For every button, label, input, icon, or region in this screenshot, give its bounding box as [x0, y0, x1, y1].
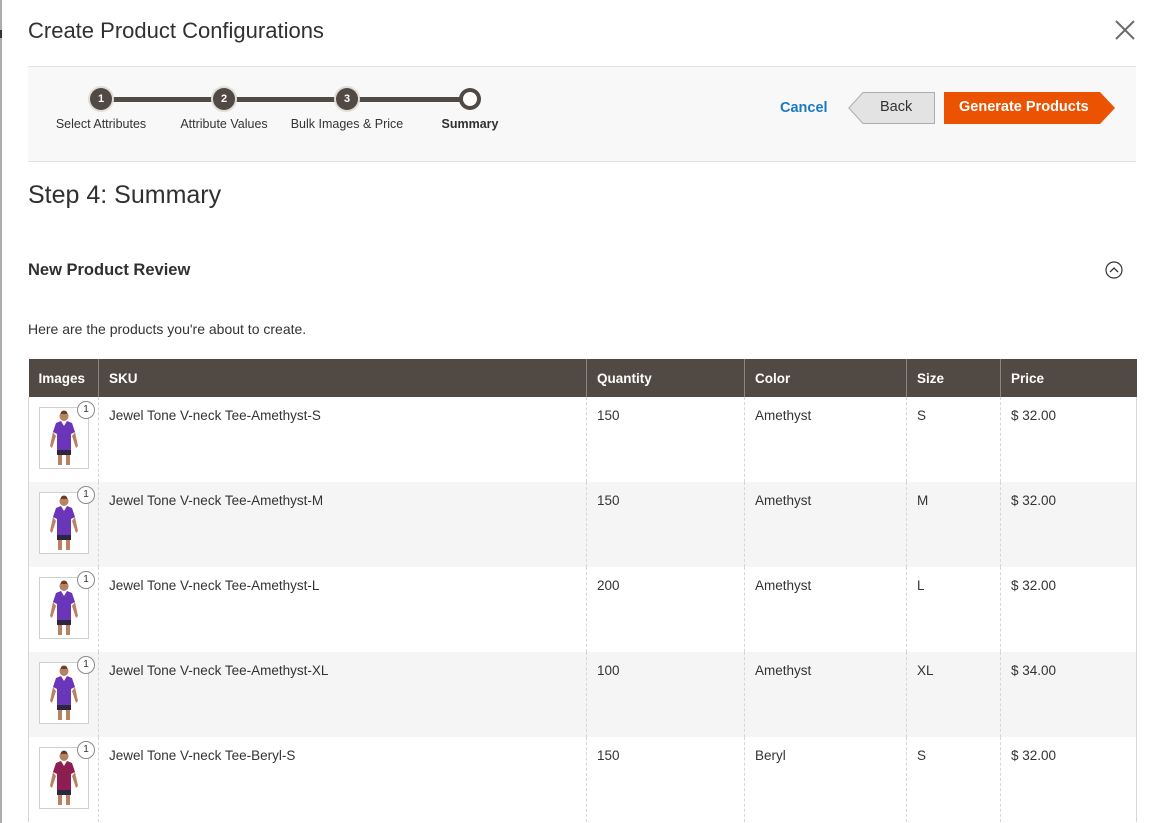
image-count-badge: 1: [77, 571, 95, 589]
back-button[interactable]: Back: [848, 92, 938, 124]
price-cell: $ 32.00: [1000, 482, 1137, 567]
window-edge: [0, 0, 2, 823]
column-header-quantity: Quantity: [586, 359, 745, 397]
price-cell: $ 32.00: [1000, 567, 1137, 652]
sku-cell: Jewel Tone V-neck Tee-Amethyst-M: [98, 482, 587, 567]
table-row: 1 Jewel Tone V-neck Tee-Amethyst-L 200 A…: [28, 567, 1137, 652]
back-button-label: Back: [880, 99, 913, 115]
size-cell: S: [906, 397, 1001, 482]
quantity-cell: 150: [586, 397, 745, 482]
color-cell: Amethyst: [744, 652, 907, 737]
size-cell: M: [906, 482, 1001, 567]
size-cell: L: [906, 567, 1001, 652]
section-title[interactable]: New Product Review: [28, 261, 190, 280]
product-review-table: Images SKU Quantity Color Size Price 1 J…: [28, 359, 1137, 822]
product-thumbnail[interactable]: 1: [39, 486, 95, 554]
sku-cell: Jewel Tone V-neck Tee-Amethyst-XL: [98, 652, 587, 737]
step-3-marker[interactable]: 3: [336, 88, 358, 110]
wizard-progress-line: [101, 97, 471, 102]
quantity-cell: 200: [586, 567, 745, 652]
price-cell: $ 34.00: [1000, 652, 1137, 737]
close-icon[interactable]: [1112, 17, 1138, 43]
product-thumbnail[interactable]: 1: [39, 741, 95, 809]
column-header-images: Images: [28, 359, 99, 397]
image-cell: 1: [28, 652, 99, 737]
image-cell: 1: [28, 482, 99, 567]
size-cell: S: [906, 737, 1001, 822]
step-2-marker[interactable]: 2: [213, 88, 235, 110]
color-cell: Beryl: [744, 737, 907, 822]
generate-products-button[interactable]: Generate Products: [944, 92, 1116, 124]
quantity-cell: 150: [586, 737, 745, 822]
table-row: 1 Jewel Tone V-neck Tee-Amethyst-S 150 A…: [28, 397, 1137, 482]
table-row: 1 Jewel Tone V-neck Tee-Amethyst-M 150 A…: [28, 482, 1137, 567]
image-count-badge: 1: [77, 656, 95, 674]
size-cell: XL: [906, 652, 1001, 737]
step-4-label: Summary: [441, 117, 499, 131]
step-heading: Step 4: Summary: [28, 181, 222, 209]
price-cell: $ 32.00: [1000, 737, 1137, 822]
step-4-marker-current: [463, 92, 477, 106]
sku-cell: Jewel Tone V-neck Tee-Beryl-S: [98, 737, 587, 822]
color-cell: Amethyst: [744, 397, 907, 482]
product-thumbnail[interactable]: 1: [39, 571, 95, 639]
window-edge-mark: [0, 30, 2, 38]
table-header-row: Images SKU Quantity Color Size Price: [28, 359, 1137, 397]
image-count-badge: 1: [77, 486, 95, 504]
product-thumbnail[interactable]: 1: [39, 401, 95, 469]
column-header-color: Color: [744, 359, 907, 397]
sku-cell: Jewel Tone V-neck Tee-Amethyst-L: [98, 567, 587, 652]
color-cell: Amethyst: [744, 482, 907, 567]
step-3-label[interactable]: Bulk Images & Price: [282, 117, 412, 131]
modal-title: Create Product Configurations: [28, 18, 324, 43]
image-cell: 1: [28, 397, 99, 482]
column-header-sku: SKU: [98, 359, 587, 397]
sku-cell: Jewel Tone V-neck Tee-Amethyst-S: [98, 397, 587, 482]
cancel-link[interactable]: Cancel: [780, 100, 828, 116]
price-cell: $ 32.00: [1000, 397, 1137, 482]
step-1-label[interactable]: Select Attributes: [36, 117, 166, 131]
chevron-up-icon[interactable]: [1104, 260, 1124, 280]
intro-text: Here are the products you're about to cr…: [28, 321, 307, 337]
quantity-cell: 150: [586, 482, 745, 567]
quantity-cell: 100: [586, 652, 745, 737]
image-cell: 1: [28, 567, 99, 652]
step-1-marker[interactable]: 1: [90, 88, 112, 110]
step-2-label[interactable]: Attribute Values: [159, 117, 289, 131]
color-cell: Amethyst: [744, 567, 907, 652]
column-header-size: Size: [906, 359, 1001, 397]
wizard-steps-bar: 1 Select Attributes 2 Attribute Values 3…: [28, 66, 1136, 162]
column-header-price: Price: [1000, 359, 1137, 397]
generate-products-label: Generate Products: [959, 99, 1089, 115]
table-row: 1 Jewel Tone V-neck Tee-Beryl-S 150 Bery…: [28, 737, 1137, 822]
table-row: 1 Jewel Tone V-neck Tee-Amethyst-XL 100 …: [28, 652, 1137, 737]
image-cell: 1: [28, 737, 99, 822]
image-count-badge: 1: [77, 741, 95, 759]
image-count-badge: 1: [77, 401, 95, 419]
product-thumbnail[interactable]: 1: [39, 656, 95, 724]
